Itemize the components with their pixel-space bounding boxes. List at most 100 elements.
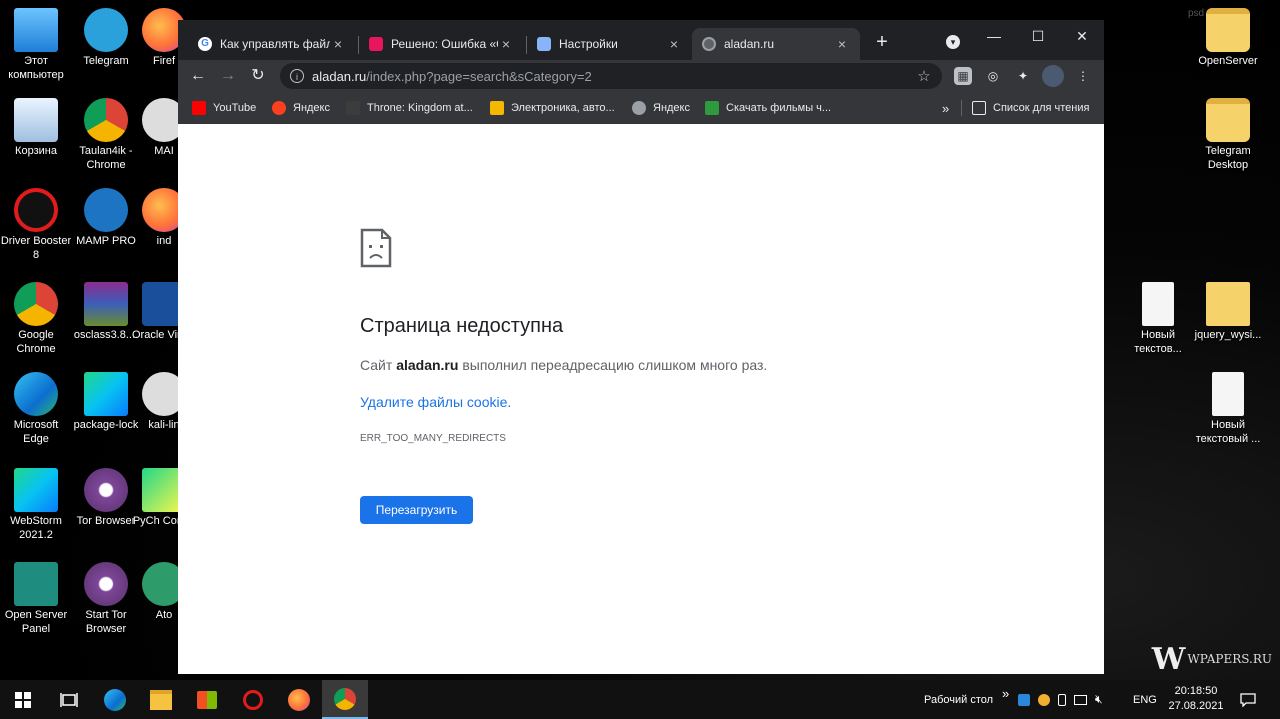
tray-app-icon[interactable]	[1038, 693, 1050, 706]
watermark-logo: W	[1151, 641, 1186, 677]
bookmark-label: Throne: Kingdom at...	[367, 102, 473, 114]
extension-2-icon[interactable]: ◎	[984, 67, 1002, 85]
sad-page-icon	[360, 228, 392, 268]
desktop-icon-label: jquery_wysi...	[1194, 329, 1262, 341]
desktop-icon-label: Microsoft Edge	[13, 419, 59, 445]
desktop-icon-right-3[interactable]: jquery_wysi...	[1192, 282, 1264, 342]
desktop-icon-left-15[interactable]: WebStorm 2021.2	[0, 468, 72, 542]
desktop-icon-label: Этот компьютер	[8, 55, 64, 81]
taskbar-driver-booster[interactable]	[230, 680, 276, 719]
desktop-icon-left-3[interactable]: Корзина	[0, 98, 72, 158]
url-path: /index.php?page=search&sCategory=2	[366, 68, 592, 84]
reading-list-icon	[972, 101, 986, 115]
desktop-toolbar-label[interactable]: Рабочий стол	[924, 680, 993, 719]
tab-2[interactable]: Решено: Ошибка «Сл ×	[359, 28, 524, 60]
bookmark-yandex-2[interactable]: Яндекс	[632, 100, 690, 116]
error-desc-host: aladan.ru	[396, 357, 459, 373]
bookmark-youtube[interactable]: YouTube	[192, 100, 256, 116]
task-view-button[interactable]	[46, 680, 92, 719]
task-view-icon	[60, 692, 78, 707]
bookmarks-overflow-button[interactable]: »	[942, 100, 949, 116]
bookmark-throne[interactable]: Throne: Kingdom at...	[346, 100, 473, 116]
error-desc-suffix: выполнил переадресацию слишком много раз…	[458, 357, 768, 373]
desktop-icon-label: Open Server Panel	[4, 609, 68, 635]
back-arrow-icon[interactable]: ←	[186, 64, 210, 88]
language-indicator[interactable]: ENG	[1133, 680, 1157, 719]
volume-muted-icon[interactable]: 🔇︎	[1095, 692, 1103, 707]
site-info-icon[interactable]: i	[290, 69, 304, 83]
bookmark-label: Яндекс	[293, 102, 330, 114]
desktop-icon-right-1[interactable]: Telegram Desktop	[1192, 98, 1264, 172]
maximize-button[interactable]: ☐	[1016, 24, 1060, 48]
clear-cookies-link[interactable]: Удалите файлы cookie.	[360, 394, 511, 410]
watermark: W WPAPERS.RU	[1110, 638, 1280, 680]
mamp-pro-icon	[84, 188, 128, 232]
desktop-icon-label: Driver Booster 8	[0, 235, 72, 261]
driver-booster-icon	[243, 689, 263, 710]
edge-icon	[14, 372, 58, 416]
tab-search-icon[interactable]: ▾	[946, 35, 960, 49]
minimize-button[interactable]: —	[972, 24, 1016, 48]
tab-3[interactable]: Настройки ×	[527, 28, 692, 60]
profile-avatar[interactable]	[1042, 65, 1064, 87]
driver-booster-icon	[14, 188, 58, 232]
network-icon[interactable]	[1074, 694, 1087, 705]
desktop-icon-left-9[interactable]: Google Chrome	[0, 282, 72, 356]
forward-arrow-icon[interactable]: →	[216, 64, 240, 88]
movies-icon	[705, 101, 719, 115]
tab-close-icon[interactable]: ×	[666, 36, 682, 52]
tab-1[interactable]: G Как управлять файла ×	[188, 28, 356, 60]
settings-icon	[537, 37, 551, 51]
address-bar[interactable]: i aladan.ru/index.php?page=search&sCateg…	[280, 63, 942, 89]
desktop-icon-label: OpenServer	[1198, 55, 1258, 67]
recycle-bin-icon	[14, 98, 58, 142]
taskbar-edge[interactable]	[92, 680, 138, 719]
tab-close-icon[interactable]: ×	[330, 36, 346, 52]
close-window-button[interactable]: ✕	[1060, 24, 1104, 48]
bookmarks-bar: YouTube Яндекс Throne: Kingdom at... Эле…	[178, 92, 1104, 125]
clock[interactable]: 20:18:50 27.08.2021	[1160, 684, 1232, 714]
reload-icon[interactable]: ↻	[246, 64, 270, 88]
chrome-icon	[14, 282, 58, 326]
browser-toolbar: ← → ↻ i aladan.ru/index.php?page=search&…	[178, 60, 1104, 92]
error-code: ERR_TOO_MANY_REDIRECTS	[360, 433, 506, 444]
taskbar-store[interactable]	[184, 680, 230, 719]
desktop-icon-left-6[interactable]: Driver Booster 8	[0, 188, 72, 262]
tab-4-active[interactable]: aladan.ru ×	[692, 28, 860, 60]
desktop-icon-left-0[interactable]: Этот компьютер	[0, 8, 72, 82]
usb-icon[interactable]	[1058, 693, 1066, 706]
tab-close-icon[interactable]: ×	[498, 36, 514, 52]
desktop-icon-right-2[interactable]: Новый текстов...	[1122, 282, 1194, 356]
tab-title: Настройки	[559, 37, 618, 51]
bookmark-label: Яндекс	[653, 102, 690, 114]
folder-icon	[1206, 98, 1250, 142]
reload-button[interactable]: Перезагрузить	[360, 496, 473, 524]
desktop-icon-left-18[interactable]: Open Server Panel	[0, 562, 72, 636]
tab-close-icon[interactable]: ×	[834, 36, 850, 52]
extensions-puzzle-icon[interactable]: ✦	[1014, 67, 1032, 85]
desktop-icon-right-4[interactable]: Новый текстовый ...	[1192, 372, 1264, 446]
defender-icon[interactable]	[1018, 693, 1030, 706]
new-tab-button[interactable]: +	[872, 30, 892, 54]
url-text[interactable]: aladan.ru/index.php?page=search&sCategor…	[312, 69, 912, 84]
desktop-icon-right-0[interactable]: OpenServer	[1192, 8, 1264, 68]
throne-icon	[346, 101, 360, 115]
bookmark-yandex[interactable]: Яндекс	[272, 100, 330, 116]
notifications-button[interactable]	[1228, 680, 1268, 719]
menu-kebab-icon[interactable]: ⋮	[1074, 67, 1092, 85]
bookmark-electronics[interactable]: Электроника, авто...	[490, 100, 615, 116]
toolbar-overflow[interactable]: »	[1002, 674, 1009, 713]
bookmark-movies[interactable]: Скачать фильмы ч...	[705, 100, 831, 116]
taskbar-firefox[interactable]	[276, 680, 322, 719]
desktop-icon-label: Новый текстов...	[1134, 329, 1182, 355]
reading-list-button[interactable]: Список для чтения	[972, 100, 1089, 116]
taskbar-chrome[interactable]	[322, 680, 368, 719]
bookmark-red-icon	[369, 37, 383, 51]
start-button[interactable]	[0, 680, 46, 719]
tor-icon	[84, 562, 128, 606]
extension-icon[interactable]: ▦	[954, 67, 972, 85]
taskbar-explorer[interactable]	[138, 680, 184, 719]
star-bookmark-icon[interactable]: ☆	[912, 67, 936, 85]
error-title: Страница недоступна	[360, 315, 564, 337]
desktop-icon-left-12[interactable]: Microsoft Edge	[0, 372, 72, 446]
